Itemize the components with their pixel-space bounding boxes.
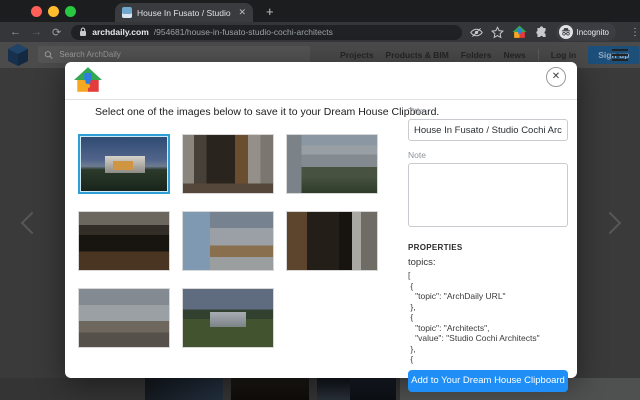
tab-favicon-icon [122, 7, 132, 18]
reload-icon[interactable]: ⟳ [52, 26, 61, 39]
window-controls [31, 6, 76, 17]
house-image-thumbnail[interactable] [286, 134, 378, 194]
nav-item-projects[interactable]: Projects [340, 50, 374, 60]
site-search[interactable] [38, 46, 310, 63]
password-eye-off-icon[interactable] [470, 26, 483, 39]
dream-house-clipboard-modal: ✕ Select one of the images below to save… [65, 62, 577, 378]
properties-json-code: [ { "topic": "ArchDaily URL" }, { "topic… [408, 270, 568, 365]
url-path: /954681/house-in-fusato-studio-cochi-arc… [154, 27, 333, 37]
window-close-button[interactable] [31, 6, 42, 17]
hamburger-menu-icon[interactable] [612, 49, 628, 64]
modal-header: ✕ [65, 62, 577, 100]
gallery-strip-thumb[interactable] [231, 378, 309, 400]
nav-item-folders[interactable]: Folders [461, 50, 492, 60]
dream-house-extension-logo-icon [73, 66, 103, 94]
back-icon[interactable]: ← [10, 26, 21, 38]
lock-icon [79, 27, 87, 37]
note-textarea[interactable] [408, 163, 568, 227]
address-bar[interactable]: archdaily.com/954681/house-in-fusato-stu… [71, 25, 461, 40]
house-image-thumbnail[interactable] [78, 211, 170, 271]
add-to-clipboard-button[interactable]: Add to Your Dream House Clipboard [408, 370, 568, 392]
topics-label: topics: [408, 257, 568, 268]
house-image-thumbnail[interactable] [182, 134, 274, 194]
dream-house-extension-icon[interactable] [512, 25, 527, 39]
incognito-icon [559, 25, 573, 39]
browser-tab[interactable]: House In Fusato / Studio Cochi ✕ [115, 3, 253, 22]
house-image-thumbnail[interactable] [182, 288, 274, 348]
modal-instruction-text: Select one of the images below to save i… [95, 106, 439, 118]
image-grid [78, 134, 378, 348]
browser-toolbar: ← → ⟳ archdaily.com/954681/house-in-fusa… [0, 22, 640, 42]
house-image-thumbnail[interactable] [78, 288, 170, 348]
title-label: Title [408, 106, 568, 116]
window-zoom-button[interactable] [65, 6, 76, 17]
new-tab-button[interactable]: + [266, 3, 274, 20]
incognito-label: Incognito [577, 28, 609, 37]
modal-form-column: Title Note PROPERTIES topics: [ { "topic… [408, 106, 568, 392]
gallery-strip-thumb[interactable] [145, 378, 223, 400]
nav-item-products-bim[interactable]: Products & BIM [386, 50, 449, 60]
browser-menu-icon[interactable]: ⋮ [630, 27, 640, 38]
properties-heading: PROPERTIES [408, 243, 568, 252]
modal-close-button[interactable]: ✕ [546, 67, 566, 87]
tab-title: House In Fusato / Studio Cochi [137, 8, 233, 18]
browser-tab-bar: House In Fusato / Studio Cochi ✕ + [0, 0, 640, 22]
archdaily-logo[interactable] [8, 44, 28, 66]
title-input[interactable] [408, 119, 568, 141]
url-domain: archdaily.com [92, 27, 149, 37]
login-link[interactable]: Log in [551, 50, 577, 60]
window-minimize-button[interactable] [48, 6, 59, 17]
house-image-thumbnail[interactable] [182, 211, 274, 271]
gallery-strip-thumb[interactable] [350, 378, 396, 400]
tab-close-icon[interactable]: ✕ [238, 7, 246, 18]
house-image-thumbnail[interactable] [286, 211, 378, 271]
note-label: Note [408, 150, 568, 160]
nav-divider [538, 49, 539, 61]
search-icon [44, 50, 53, 60]
extensions-puzzle-icon[interactable] [535, 26, 548, 39]
bookmark-star-icon[interactable] [491, 26, 504, 39]
search-input[interactable] [59, 50, 304, 59]
nav-item-news[interactable]: News [504, 50, 526, 60]
forward-icon[interactable]: → [31, 26, 42, 38]
house-image-thumbnail-selected[interactable] [78, 134, 170, 194]
incognito-badge: Incognito [556, 23, 616, 41]
